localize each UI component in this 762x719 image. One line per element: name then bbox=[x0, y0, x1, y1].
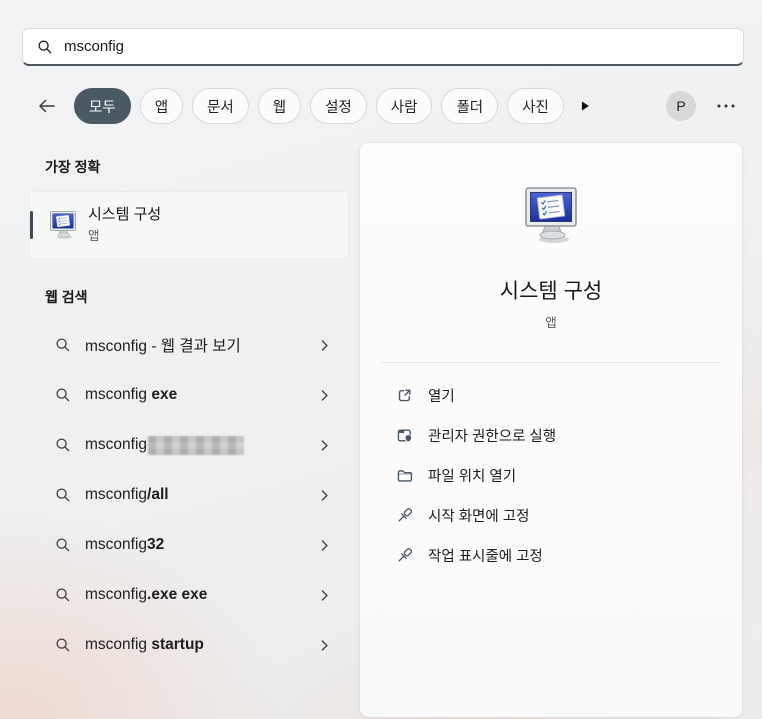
web-search-item[interactable]: msconfig 32 bbox=[30, 520, 348, 570]
filter-tab[interactable]: 사진 bbox=[507, 88, 564, 124]
search-icon bbox=[55, 637, 71, 653]
filter-tab-label: 웹 bbox=[272, 99, 287, 116]
avatar[interactable]: P bbox=[666, 91, 696, 121]
filter-tab[interactable]: 설정 bbox=[310, 88, 367, 124]
avatar-initial: P bbox=[676, 98, 686, 114]
pin-icon bbox=[396, 507, 413, 524]
open-icon bbox=[396, 387, 413, 404]
search-icon bbox=[37, 39, 53, 55]
best-match-header: 가장 정확 bbox=[45, 159, 101, 175]
web-search-item[interactable]: msconfig bbox=[30, 420, 348, 470]
admin-shield-icon bbox=[396, 427, 413, 444]
search-icon bbox=[55, 537, 71, 553]
search-icon bbox=[55, 437, 71, 453]
web-search-item-text: msconfig/all bbox=[85, 486, 169, 503]
best-match-item[interactable]: 시스템 구성 앱 bbox=[30, 192, 348, 258]
web-search-item[interactable]: msconfig/all bbox=[30, 470, 348, 520]
msconfig-app-icon-large bbox=[519, 183, 583, 247]
chevron-right-icon bbox=[317, 438, 332, 453]
filter-tab-label: 폴더 bbox=[456, 99, 484, 116]
filter-tab[interactable]: 폴더 bbox=[441, 88, 499, 124]
web-search-item-text: msconfig bbox=[85, 435, 245, 455]
web-search-item[interactable]: msconfig .exe exe bbox=[30, 570, 348, 620]
preview-action[interactable]: 관리자 권한으로 실행 bbox=[360, 415, 742, 455]
filter-tab[interactable]: 웹 bbox=[257, 88, 302, 124]
filter-tab[interactable]: 모두 bbox=[74, 88, 131, 124]
web-search-item[interactable]: msconfig startup bbox=[30, 620, 348, 670]
preview-action-label: 작업 표시줄에 고정 bbox=[428, 548, 543, 565]
tabs-overflow-button[interactable] bbox=[578, 99, 592, 113]
ellipsis-icon bbox=[714, 98, 738, 114]
preview-actions: 열기 관리자 권한으로 실행 파일 위치 열기 시작 화면에 고정 작업 표시줄… bbox=[360, 375, 742, 575]
selection-accent-bar bbox=[30, 211, 33, 239]
web-search-header: 웹 검색 bbox=[45, 289, 88, 305]
chevron-right-icon bbox=[317, 638, 332, 653]
chevron-right-icon bbox=[317, 588, 332, 603]
search-input[interactable]: msconfig bbox=[22, 28, 744, 66]
chevron-right-icon bbox=[317, 538, 332, 553]
pin-icon bbox=[396, 547, 413, 564]
web-search-item[interactable]: msconfig exe bbox=[30, 370, 348, 420]
filter-tab-label: 문서 bbox=[207, 99, 234, 116]
web-search-item-text: msconfig .exe exe bbox=[85, 586, 208, 603]
best-match-subtitle: 앱 bbox=[88, 229, 100, 243]
preview-action[interactable]: 작업 표시줄에 고정 bbox=[360, 535, 742, 575]
search-icon bbox=[55, 587, 71, 603]
filter-tab-label: 사람 bbox=[390, 99, 418, 116]
search-icon bbox=[55, 487, 71, 503]
filter-tabs: 모두 앱 문서 웹 설정 사람 폴더 사진 bbox=[74, 88, 564, 124]
filter-tab[interactable]: 문서 bbox=[192, 88, 249, 124]
chevron-right-icon bbox=[317, 388, 332, 403]
windows-search-flyout: msconfig 모두 앱 문서 웹 설정 사람 폴더 사진 P 가장 정확 시… bbox=[0, 0, 762, 719]
best-match-title: 시스템 구성 bbox=[88, 206, 162, 223]
preview-subtitle: 앱 bbox=[545, 316, 557, 330]
web-search-item-text: msconfig startup bbox=[85, 636, 204, 653]
back-button[interactable] bbox=[30, 90, 64, 122]
filter-toolbar: 모두 앱 문서 웹 설정 사람 폴더 사진 P bbox=[22, 88, 744, 124]
chevron-right-icon bbox=[317, 488, 332, 503]
folder-icon bbox=[396, 467, 413, 484]
web-search-item-text: msconfig exe bbox=[85, 386, 178, 403]
preview-action-label: 관리자 권한으로 실행 bbox=[428, 428, 557, 445]
preview-action[interactable]: 시작 화면에 고정 bbox=[360, 495, 742, 535]
preview-action-label: 시작 화면에 고정 bbox=[428, 508, 530, 525]
chevron-right-icon bbox=[317, 338, 332, 353]
filter-tab-label: 설정 bbox=[325, 99, 352, 116]
filter-tab[interactable]: 앱 bbox=[139, 88, 184, 124]
back-arrow-icon bbox=[37, 96, 57, 116]
web-search-item[interactable]: msconfig - 웹 결과 보기 bbox=[30, 320, 348, 370]
filter-tab-label: 앱 bbox=[154, 99, 169, 116]
play-icon bbox=[578, 99, 592, 113]
search-icon bbox=[55, 387, 71, 403]
filter-tab-label: 모두 bbox=[89, 99, 116, 116]
web-search-list: msconfig - 웹 결과 보기 msconfig exe msconfig… bbox=[30, 320, 348, 670]
redacted-text-block bbox=[148, 435, 245, 455]
web-search-item-text: msconfig 32 bbox=[85, 536, 165, 553]
more-options-button[interactable] bbox=[714, 98, 738, 114]
filter-tab-label: 사진 bbox=[522, 99, 549, 116]
preview-panel: 시스템 구성 앱 열기 관리자 권한으로 실행 파일 위치 열기 시작 화면에 … bbox=[360, 143, 742, 717]
search-query-text: msconfig bbox=[64, 38, 125, 55]
preview-action-label: 파일 위치 열기 bbox=[428, 468, 517, 485]
search-icon bbox=[55, 337, 71, 353]
filter-tab[interactable]: 사람 bbox=[375, 88, 433, 124]
msconfig-app-icon bbox=[47, 209, 79, 241]
divider bbox=[381, 362, 721, 363]
preview-action-label: 열기 bbox=[428, 388, 455, 405]
preview-action[interactable]: 파일 위치 열기 bbox=[360, 455, 742, 495]
preview-title: 시스템 구성 bbox=[499, 280, 603, 303]
preview-action[interactable]: 열기 bbox=[360, 375, 742, 415]
web-search-item-text: msconfig - 웹 결과 보기 bbox=[85, 338, 241, 355]
